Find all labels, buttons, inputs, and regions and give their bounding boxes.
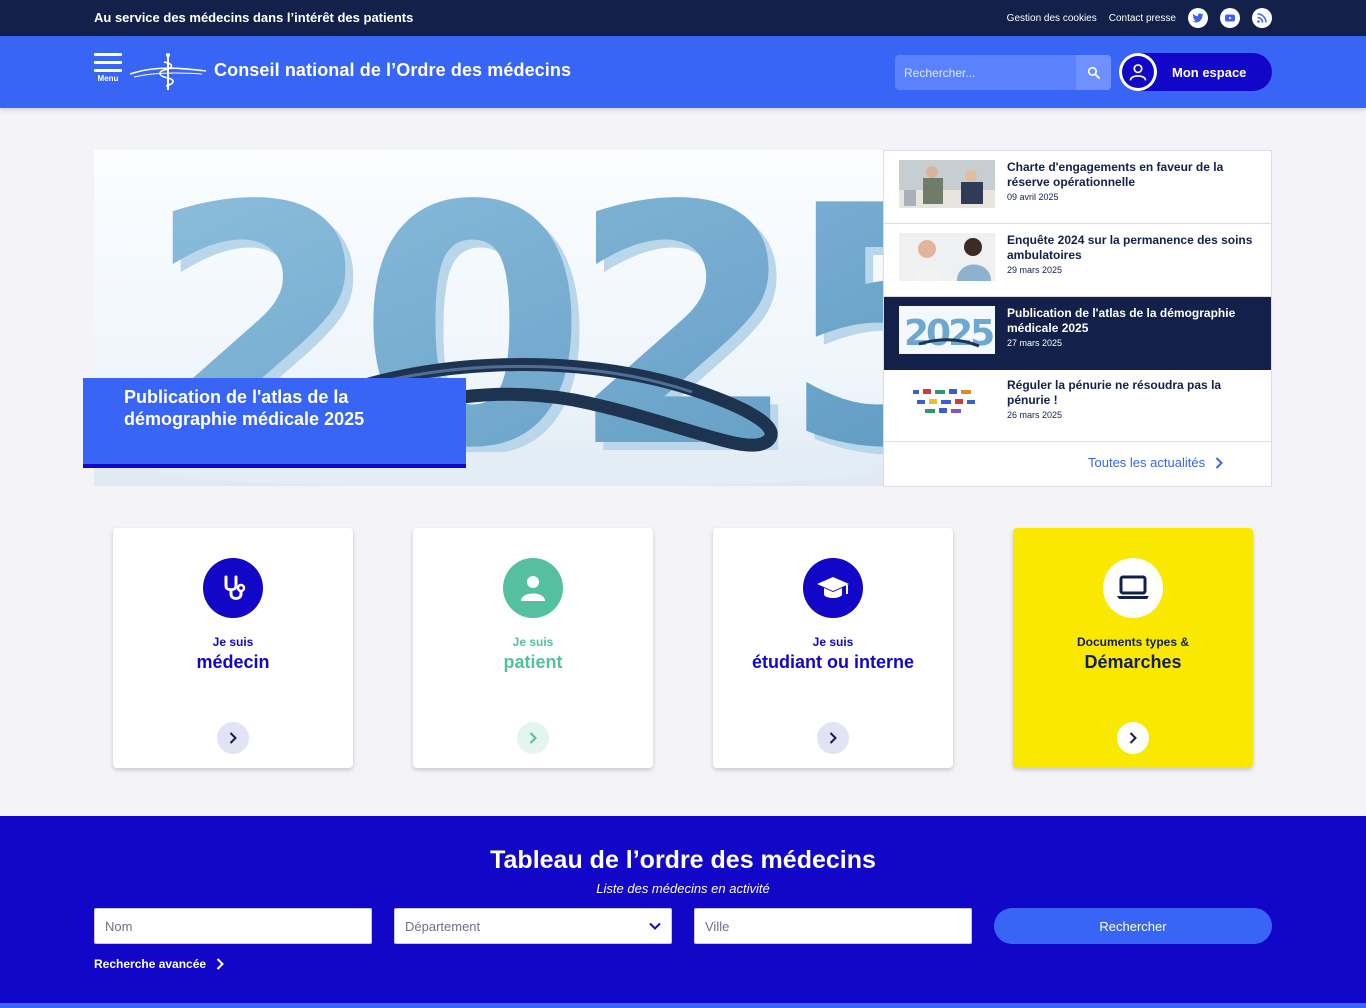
youtube-icon[interactable] [1220, 8, 1240, 28]
laptop-icon [1103, 558, 1163, 618]
top-links: Gestion des cookies Contact presse [1007, 8, 1272, 28]
city-input[interactable] [695, 909, 971, 943]
chevron-right-icon[interactable] [517, 722, 549, 754]
card-big-label: médecin [196, 652, 270, 672]
city-field [694, 908, 972, 944]
svg-text:2025: 2025 [904, 313, 993, 354]
bottom-divider [0, 1003, 1366, 1008]
graduation-cap-icon [803, 558, 863, 618]
search-button[interactable] [1076, 55, 1111, 90]
tableau-title: Tableau de l’ordre des médecins [490, 846, 876, 874]
card-big-label: étudiant ou interne [752, 652, 914, 672]
name-input[interactable] [95, 909, 371, 943]
news-item[interactable]: Enquête 2024 sur la permanence des soins… [884, 224, 1271, 297]
caduceus-logo[interactable] [128, 52, 208, 97]
advanced-search-link[interactable]: Recherche avancée [94, 957, 224, 971]
news-date: 29 mars 2025 [1007, 265, 1063, 275]
news-thumbnail: 2025 [899, 306, 995, 354]
news-item[interactable]: Réguler la pénurie ne résoudra pas la pé… [884, 369, 1271, 442]
news-title: Publication de l'atlas de la démographie… [1007, 306, 1236, 335]
card-etudiant[interactable]: Je suis étudiant ou interne [713, 528, 953, 768]
rss-icon[interactable] [1252, 8, 1272, 28]
card-small-label: Je suis [512, 635, 554, 649]
news-title: Enquête 2024 sur la permanence des soins… [1007, 233, 1253, 262]
news-thumbnail [899, 378, 995, 426]
my-space-label: Mon espace [1172, 64, 1247, 80]
news-item[interactable]: Charte d'engagements en faveur de la rés… [884, 151, 1271, 224]
hamburger-icon [94, 53, 122, 72]
chevron-right-icon [1215, 456, 1223, 469]
tableau-subtitle: Liste des médecins en activité [596, 881, 770, 896]
press-contact-link[interactable]: Contact presse [1109, 13, 1176, 24]
chevron-right-icon [216, 958, 224, 970]
news-title: Charte d'engagements en faveur de la rés… [1007, 160, 1224, 189]
card-small-label: Je suis [212, 635, 254, 649]
menu-label: Menu [97, 74, 119, 83]
card-small-label: Documents types & [1076, 635, 1190, 649]
tableau-section: Tableau de l’ordre des médecins Liste de… [0, 816, 1366, 1008]
hero-caption[interactable]: Publication de l'atlas de la démographie… [83, 378, 466, 468]
my-space-button[interactable]: Mon espace [1119, 53, 1272, 91]
card-big-label: patient [503, 652, 563, 672]
advanced-search-label: Recherche avancée [94, 957, 207, 971]
search-doctors-button[interactable]: Rechercher [994, 908, 1272, 944]
site-header: Menu Conseil national de l’Ordre des méd… [0, 36, 1366, 108]
twitter-icon[interactable] [1188, 8, 1208, 28]
stethoscope-icon [203, 558, 263, 618]
chevron-right-icon[interactable] [217, 722, 249, 754]
departement-select-value: Département [405, 919, 481, 934]
all-news-link[interactable]: Toutes les actualités [1088, 455, 1223, 470]
search-box [895, 55, 1111, 90]
card-small-label: Je suis [812, 635, 854, 649]
chevron-down-icon [649, 922, 661, 930]
chevron-right-icon[interactable] [817, 722, 849, 754]
news-thumbnail [899, 233, 995, 281]
card-documents[interactable]: Documents types & Démarches [1013, 528, 1253, 768]
top-bar: Au service des médecins dans l’intérêt d… [0, 0, 1366, 36]
card-medecin[interactable]: Je suis médecin [113, 528, 353, 768]
tagline: Au service des médecins dans l’intérêt d… [94, 10, 414, 25]
departement-select[interactable]: Département [394, 908, 672, 944]
news-title: Réguler la pénurie ne résoudra pas la pé… [1007, 378, 1222, 407]
news-date: 09 avril 2025 [1007, 192, 1059, 202]
news-date: 27 mars 2025 [1007, 338, 1063, 348]
user-icon [503, 558, 563, 618]
news-list: Charte d'engagements en faveur de la rés… [883, 150, 1272, 487]
menu-button[interactable]: Menu [94, 53, 122, 83]
all-news-label: Toutes les actualités [1088, 455, 1206, 470]
name-field [94, 908, 372, 944]
cookies-link[interactable]: Gestion des cookies [1007, 13, 1097, 24]
user-avatar-icon [1119, 53, 1157, 91]
card-patient[interactable]: Je suis patient [413, 528, 653, 768]
search-icon [1087, 66, 1100, 79]
chevron-right-icon[interactable] [1117, 722, 1149, 754]
search-input[interactable] [895, 55, 1076, 90]
site-title[interactable]: Conseil national de l’Ordre des médecins [214, 60, 571, 81]
news-item-active[interactable]: 2025 Publication de l'atlas de la démogr… [884, 297, 1271, 370]
card-big-label: Démarches [1084, 652, 1182, 672]
news-date: 26 mars 2025 [1007, 410, 1063, 420]
news-thumbnail [899, 160, 995, 208]
